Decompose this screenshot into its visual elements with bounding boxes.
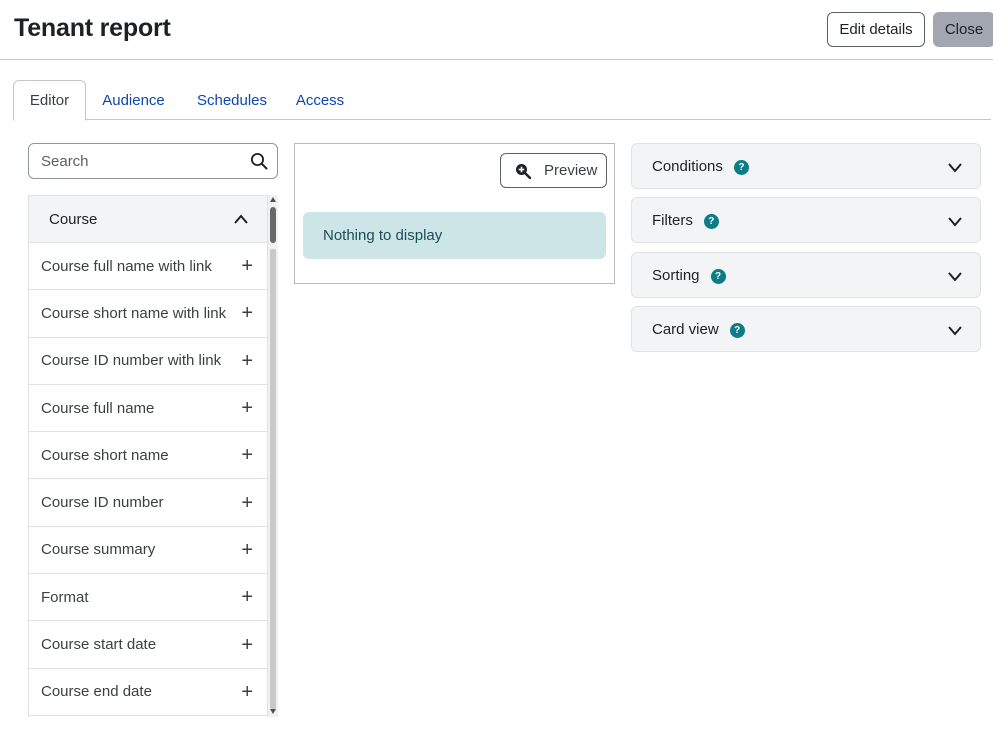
field-item-label: Course summary: [41, 541, 156, 559]
field-sidebar: Course Course full name with link + Cours…: [28, 195, 268, 717]
scrollbar-track[interactable]: [270, 249, 276, 709]
accordion-sorting[interactable]: Sorting ?: [631, 252, 981, 298]
field-item[interactable]: Course start date +: [29, 621, 267, 669]
scroll-up-arrow-icon[interactable]: [270, 197, 276, 202]
chevron-down-icon: [948, 272, 962, 282]
report-preview-panel: Preview Nothing to display: [294, 143, 615, 284]
scroll-down-arrow-icon[interactable]: [270, 709, 276, 714]
plus-icon[interactable]: +: [241, 540, 253, 560]
tab-access[interactable]: Access: [289, 80, 351, 120]
plus-icon[interactable]: +: [241, 303, 253, 323]
field-item[interactable]: Course short name with link +: [29, 290, 267, 338]
header-divider: [0, 59, 993, 60]
field-item[interactable]: Course full name +: [29, 385, 267, 433]
accordion-filters[interactable]: Filters ?: [631, 197, 981, 243]
preview-button-label: Preview: [544, 162, 598, 179]
sidebar-section-course[interactable]: Course: [29, 196, 267, 243]
search-icon[interactable]: [250, 152, 268, 170]
field-item-label: Course start date: [41, 636, 157, 654]
empty-state-alert: Nothing to display: [303, 212, 606, 259]
sidebar-scrollbar[interactable]: [268, 195, 278, 717]
plus-icon[interactable]: +: [241, 493, 253, 513]
tab-bar: Editor Audience Schedules Access: [13, 80, 991, 121]
tab-audience[interactable]: Audience: [93, 80, 174, 120]
plus-icon[interactable]: +: [241, 445, 253, 465]
accordion-conditions[interactable]: Conditions ?: [631, 143, 981, 189]
close-button[interactable]: Close: [933, 12, 993, 47]
plus-icon[interactable]: +: [241, 351, 253, 371]
tab-editor[interactable]: Editor: [13, 80, 86, 121]
sidebar-section-title: Course: [49, 210, 98, 228]
help-icon[interactable]: ?: [703, 213, 719, 229]
field-item[interactable]: Course short name +: [29, 432, 267, 480]
field-item[interactable]: Course ID number +: [29, 479, 267, 527]
accordion-label: Filters: [652, 211, 693, 229]
zoom-in-icon: [516, 163, 531, 179]
tab-schedules[interactable]: Schedules: [190, 80, 274, 120]
chevron-down-icon: [948, 163, 962, 173]
field-item-label: Course end date: [41, 683, 152, 701]
help-icon[interactable]: ?: [733, 159, 749, 175]
field-item[interactable]: Course end date +: [29, 669, 267, 716]
chevron-up-icon: [234, 214, 248, 224]
help-icon[interactable]: ?: [710, 268, 726, 284]
accordion-card-view[interactable]: Card view ?: [631, 306, 981, 352]
field-item[interactable]: Course full name with link +: [29, 243, 267, 291]
field-item-label: Course ID number with link: [41, 352, 222, 370]
accordion-label: Card view: [652, 320, 719, 338]
plus-icon[interactable]: +: [241, 635, 253, 655]
preview-button[interactable]: Preview: [500, 153, 607, 188]
page-title: Tenant report: [14, 14, 171, 42]
search-box: [28, 143, 278, 179]
scrollbar-thumb[interactable]: [270, 207, 276, 243]
field-item-label: Course short name: [41, 446, 169, 464]
help-icon[interactable]: ?: [729, 322, 745, 338]
accordion-label: Conditions: [652, 157, 723, 175]
field-item-label: Course ID number: [41, 494, 164, 512]
search-input[interactable]: [29, 144, 239, 178]
plus-icon[interactable]: +: [241, 682, 253, 702]
chevron-down-icon: [948, 217, 962, 227]
field-item-label: Format: [41, 588, 89, 606]
chevron-down-icon: [948, 326, 962, 336]
field-item[interactable]: Course summary +: [29, 527, 267, 575]
field-item-label: Course full name: [41, 399, 155, 417]
field-item-label: Course full name with link: [41, 257, 212, 275]
plus-icon[interactable]: +: [241, 256, 253, 276]
edit-details-button[interactable]: Edit details: [827, 12, 925, 47]
plus-icon[interactable]: +: [241, 398, 253, 418]
field-item[interactable]: Format +: [29, 574, 267, 622]
plus-icon[interactable]: +: [241, 587, 253, 607]
field-item[interactable]: Course ID number with link +: [29, 338, 267, 385]
field-item-label: Course short name with link: [41, 304, 227, 322]
accordion-label: Sorting: [652, 266, 700, 284]
